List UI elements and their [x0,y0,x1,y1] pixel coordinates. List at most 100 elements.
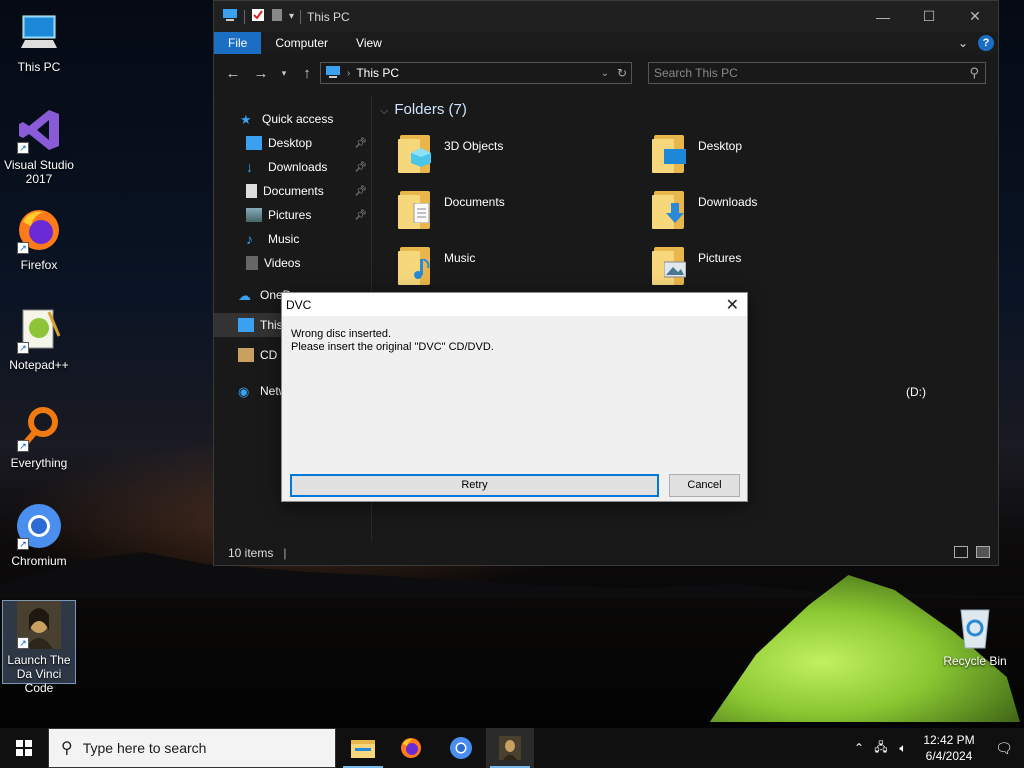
taskbar-search-box[interactable]: ⚲ Type here to search [48,728,336,768]
nav-label: Pictures [268,208,312,222]
chromium-icon: ↗ [15,502,63,550]
nav-music[interactable]: ♪ Music [214,227,371,251]
tab-file[interactable]: File [214,32,262,54]
pin-icon: 📌︎ [354,209,367,221]
file-explorer-icon [351,740,375,758]
close-button[interactable]: ✕ [952,1,998,32]
large-icons-view-icon[interactable] [976,546,990,558]
star-icon: ★ [240,112,252,127]
breadcrumb-chevron-icon[interactable]: › [347,68,350,79]
details-view-icon[interactable] [954,546,968,558]
recycle-bin-icon [951,602,999,650]
taskbar-firefox[interactable] [387,728,435,768]
shortcut-arrow-icon: ↗ [17,440,29,452]
folder-downloads[interactable]: Downloads [652,187,892,239]
this-pc-small-icon [325,65,341,82]
desktop-icon-label: Launch The Da Vinci Code [7,653,71,695]
system-tray: ⌃ 🖧︎ 🔈︎ 12:42 PM 6/4/2024 🗨︎ [848,728,1024,768]
nav-documents[interactable]: Documents 📌︎ [214,179,371,203]
this-pc-icon [15,8,63,56]
volume-muted-icon[interactable]: 🔈︎ [892,741,914,756]
start-button[interactable] [0,728,48,768]
folders-group-header[interactable]: ⌵ Folders (7) [380,101,467,118]
address-bar[interactable]: › This PC ⌄ ↻ [320,62,632,84]
forward-button[interactable]: → [252,65,270,82]
shortcut-arrow-icon: ↗ [17,637,29,649]
new-folder-icon[interactable] [271,8,283,25]
recent-locations-button[interactable]: ▾ [280,68,288,79]
desktop-icon-everything[interactable]: ↗ Everything [2,404,76,470]
help-icon[interactable]: ? [978,35,994,51]
network-disconnected-icon[interactable]: 🖧︎ [870,738,892,759]
everything-icon: ↗ [15,404,63,452]
properties-icon[interactable] [251,8,265,25]
expand-ribbon-icon[interactable]: ⌄ [958,36,968,50]
dialog-titlebar[interactable]: DVC ✕ [282,293,747,316]
drive-d-label[interactable]: (D:) [906,385,926,399]
taskbar-file-explorer[interactable] [339,728,387,768]
dvc-error-dialog[interactable]: DVC ✕ Wrong disc inserted. Please insert… [281,292,748,502]
back-button[interactable]: ← [224,65,242,82]
folder-name: Music [444,251,476,265]
desktop-icon-firefox[interactable]: ↗ Firefox [2,206,76,272]
downloads-icon: ↓ [246,159,253,175]
desktop-icon-visual-studio[interactable]: ↗ Visual Studio 2017 [2,106,76,186]
folder-name: Pictures [698,251,742,265]
breadcrumb-this-pc[interactable]: This PC [356,66,399,80]
folder-music[interactable]: Music [398,243,638,295]
nav-pictures[interactable]: Pictures 📌︎ [214,203,371,227]
desktop-icon-da-vinci-code[interactable]: ↗ Launch The Da Vinci Code [2,600,76,695]
folder-desktop[interactable]: Desktop [652,131,892,183]
mona-lisa-icon [499,736,521,760]
folder-pictures[interactable]: Pictures [652,243,892,295]
nav-label: This [260,318,283,332]
taskbar-chromium[interactable] [437,728,485,768]
minimize-button[interactable]: — [860,1,906,32]
up-button[interactable]: ↑ [298,65,316,82]
taskbar-da-vinci-code[interactable] [486,728,534,768]
desktop-icon-recycle-bin[interactable]: Recycle Bin [940,602,1010,668]
tab-computer[interactable]: Computer [261,32,342,54]
folder-name: Desktop [698,139,743,153]
chromium-icon [450,737,472,759]
folder-3d-objects[interactable]: 3D Objects [398,131,638,183]
dialog-title: DVC [286,297,312,312]
group-header-label: Folders (7) [394,101,467,118]
show-hidden-icons-icon[interactable]: ⌃ [848,741,870,755]
tab-view[interactable]: View [342,32,396,54]
folder-music-icon [398,243,434,287]
cancel-button[interactable]: Cancel [669,474,740,497]
search-box[interactable]: Search This PC ⚲ [648,62,986,84]
dialog-message: Wrong disc inserted. Please insert the o… [282,316,747,354]
desktop-icon-notepadpp[interactable]: ↗ Notepad++ [2,306,76,372]
dialog-close-icon[interactable]: ✕ [726,295,739,315]
desktop-icon-chromium[interactable]: ↗ Chromium [2,502,76,568]
separator [244,9,245,24]
maximize-button[interactable]: ☐ [906,1,952,32]
refresh-icon[interactable]: ↻ [617,66,627,80]
action-center-icon[interactable]: 🗨︎ [984,740,1024,757]
nav-desktop[interactable]: Desktop 📌︎ [214,131,371,155]
shortcut-arrow-icon: ↗ [17,538,29,550]
nav-videos[interactable]: Videos [214,251,371,275]
address-dropdown-icon[interactable]: ⌄ [601,68,609,79]
nav-label: Desktop [268,136,313,150]
retry-button[interactable]: Retry [290,474,659,497]
windows-logo-icon [16,740,32,756]
nav-quick-access[interactable]: ★ Quick access [214,107,371,131]
explorer-titlebar[interactable]: ▾ This PC — ☐ ✕ [214,1,998,32]
ribbon-tabs: File Computer View ⌄ ? [214,32,998,54]
folder-documents[interactable]: Documents [398,187,638,239]
desktop-icon-label: Recycle Bin [943,654,1007,668]
nav-downloads[interactable]: ↓ Downloads 📌︎ [214,155,371,179]
desktop-icon-label: Firefox [20,258,58,272]
clock[interactable]: 12:42 PM 6/4/2024 [914,732,984,764]
folder-desktop-icon [652,131,688,175]
folder-documents-icon [398,187,434,231]
desktop-folder-icon [246,136,262,150]
desktop-icon-this-pc[interactable]: This PC [2,8,76,74]
status-bar: 10 items | [214,541,998,565]
customize-toolbar-icon[interactable]: ▾ [289,11,294,22]
network-icon: ◉ [238,384,250,399]
shortcut-arrow-icon: ↗ [17,142,29,154]
